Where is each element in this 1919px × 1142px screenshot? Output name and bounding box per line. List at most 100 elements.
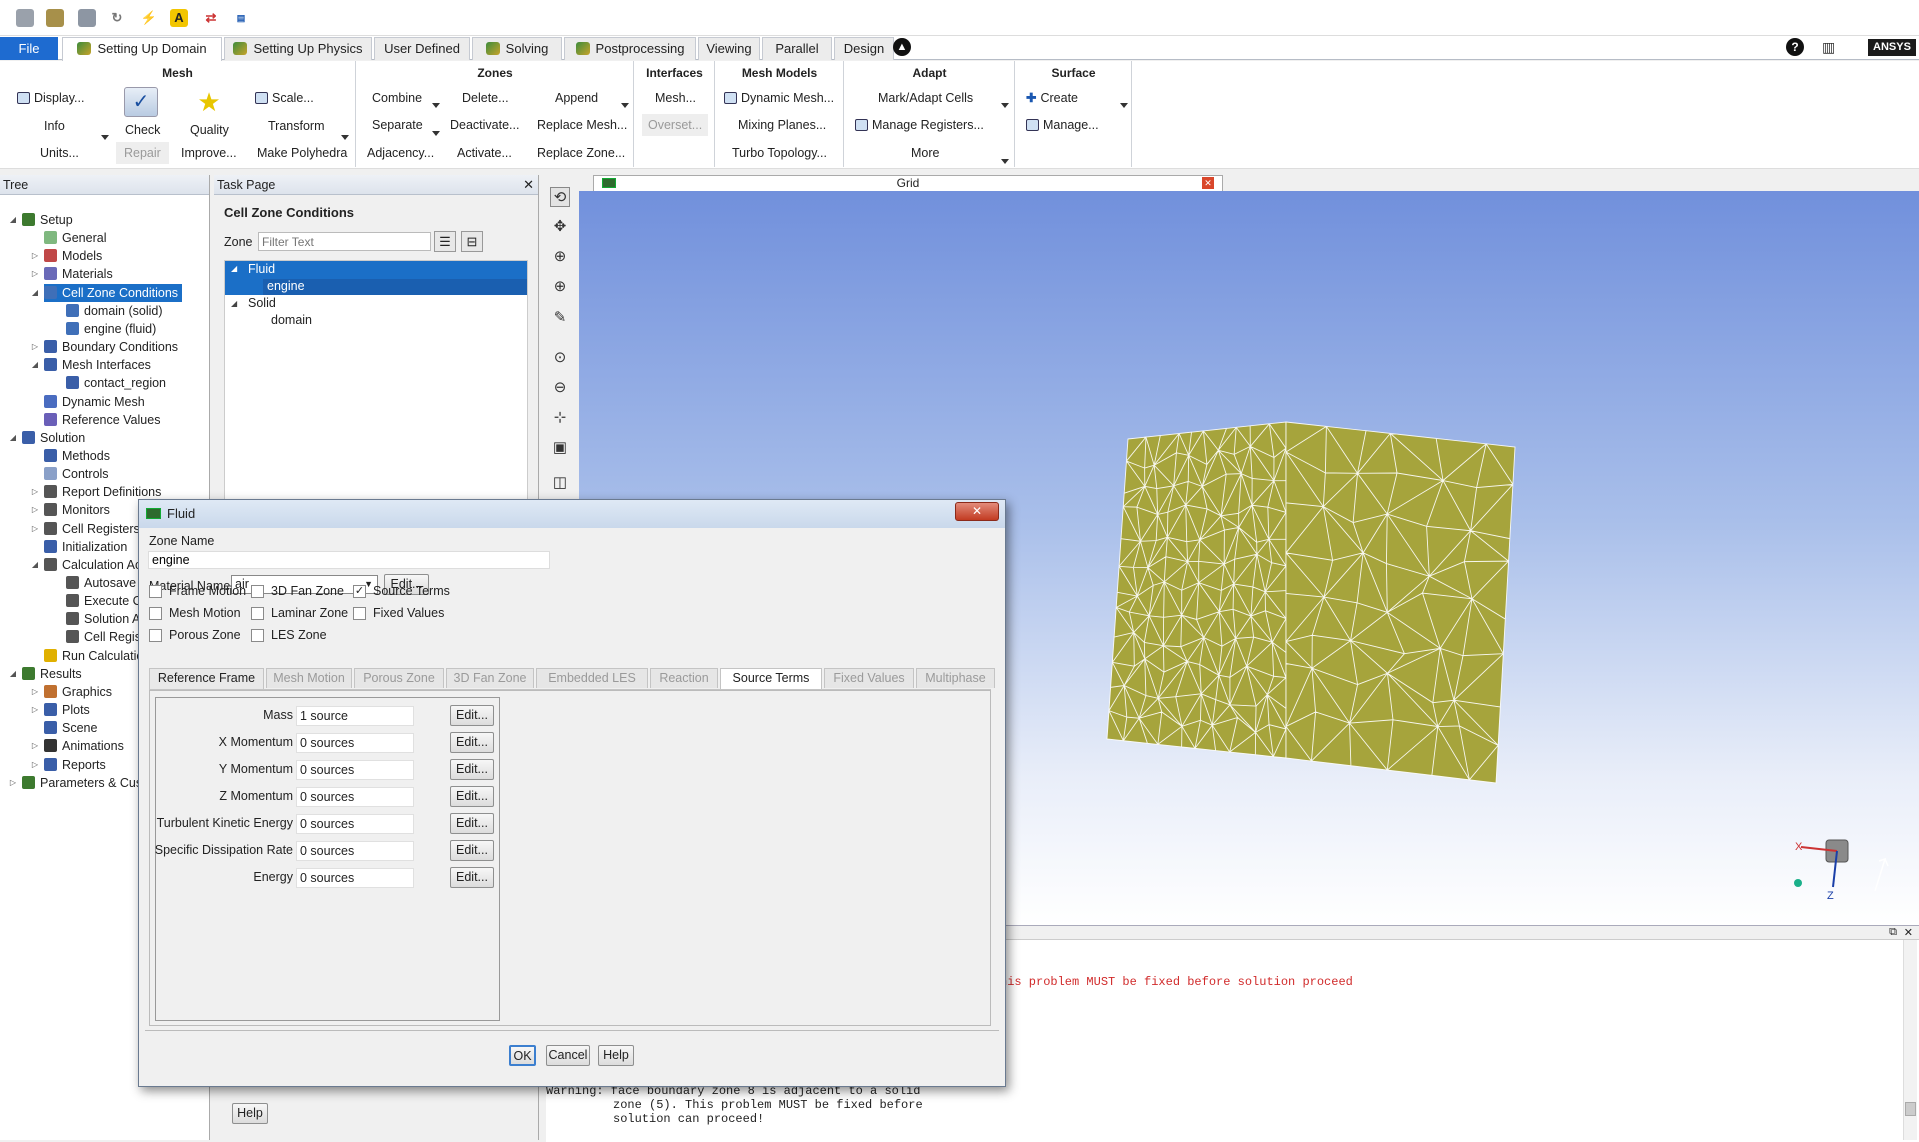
tree-item[interactable]: Reference Values — [44, 411, 160, 429]
tree-expander-icon[interactable]: ▷ — [30, 342, 40, 351]
tree-expander-icon[interactable]: ◢ — [8, 215, 18, 224]
rotate-icon[interactable]: ⟲ — [550, 187, 570, 207]
tree-item[interactable]: Reports — [44, 756, 106, 774]
parameters-icon[interactable]: ⇄ — [202, 9, 220, 27]
tab-viewing[interactable]: Viewing — [698, 37, 760, 60]
tab-mesh-motion[interactable]: Mesh Motion — [266, 668, 352, 688]
expand-solid-icon[interactable]: ◢ — [231, 299, 237, 308]
camera-icon[interactable]: ▣ — [550, 438, 570, 458]
checkbox[interactable]: ✓ — [353, 585, 366, 598]
check-icon[interactable]: ✓ — [124, 87, 158, 117]
zoom-to-fit-icon[interactable]: ⊙ — [550, 348, 570, 368]
tree-item[interactable]: Dynamic Mesh — [44, 393, 145, 411]
combine-button[interactable]: Combine — [372, 87, 422, 109]
dialog-title-bar[interactable]: Fluid ✕ — [139, 500, 1005, 528]
close-graphics-icon[interactable]: ✕ — [1202, 177, 1214, 189]
tab-user-defined[interactable]: User Defined — [374, 37, 470, 60]
replace-mesh-button[interactable]: Replace Mesh... — [537, 114, 627, 136]
tab-reaction[interactable]: Reaction — [650, 668, 718, 688]
tab-solving[interactable]: Solving — [472, 37, 562, 60]
tab-source-terms[interactable]: Source Terms — [720, 668, 822, 689]
zone-filter-input[interactable] — [258, 232, 431, 251]
tree-item[interactable]: Animations — [44, 737, 124, 755]
tree-item[interactable]: Controls — [44, 465, 109, 483]
checkbox[interactable] — [149, 629, 162, 642]
check-button[interactable]: Check — [125, 119, 160, 141]
close-console-icon[interactable]: ✕ — [1904, 926, 1913, 939]
restore-icon[interactable]: ⧉ — [1889, 926, 1897, 939]
zoom-out-icon[interactable]: ⊖ — [550, 378, 570, 398]
checkbox[interactable] — [149, 607, 162, 620]
improve-button[interactable]: Improve... — [181, 142, 237, 164]
tree-expander-icon[interactable]: ▷ — [30, 251, 40, 260]
activate-button[interactable]: Activate... — [457, 142, 512, 164]
collapse-ribbon-icon[interactable]: ▲ — [893, 38, 911, 56]
make-polyhedra-button[interactable]: Make Polyhedra — [257, 142, 347, 164]
console-scroll-thumb[interactable] — [1905, 1102, 1916, 1116]
interfaces-mesh-button[interactable]: Mesh... — [655, 87, 696, 109]
checkbox[interactable] — [251, 585, 264, 598]
reload-icon[interactable]: ↻ — [108, 9, 126, 27]
surface-create-button[interactable]: ✚ Create — [1026, 87, 1078, 109]
info-dropdown-icon[interactable] — [101, 135, 109, 140]
save-icon[interactable] — [78, 9, 96, 27]
units-button[interactable]: Units... — [40, 142, 79, 164]
tab-3d-fan-zone[interactable]: 3D Fan Zone — [446, 668, 534, 688]
checkbox[interactable] — [353, 607, 366, 620]
tab-file[interactable]: File — [0, 37, 58, 60]
tree-item[interactable]: Mesh Interfaces — [44, 356, 151, 374]
tree-item[interactable]: Monitors — [44, 501, 110, 519]
tree-item[interactable]: contact_region — [66, 374, 166, 392]
tree-item[interactable]: Methods — [44, 447, 110, 465]
source-edit-button[interactable]: Edit... — [450, 786, 494, 807]
tree-expander-icon[interactable]: ◢ — [30, 560, 40, 569]
filter-list-icon[interactable]: ☰ — [434, 231, 456, 252]
tree-expander-icon[interactable]: ▷ — [30, 760, 40, 769]
manage-registers-button[interactable]: Manage Registers... — [855, 114, 984, 136]
tree-item[interactable]: Initialization — [44, 538, 127, 556]
mdi-icon[interactable]: ▤ — [232, 9, 250, 27]
more-dropdown-icon[interactable] — [1001, 159, 1009, 164]
probe-icon[interactable]: ✎ — [550, 308, 570, 328]
tree-item[interactable]: Results — [22, 665, 82, 683]
mark-adapt-cells-button[interactable]: Mark/Adapt Cells — [878, 87, 973, 109]
tree-item[interactable]: Materials — [44, 265, 113, 283]
ansys-logo-icon[interactable]: A — [170, 9, 188, 27]
quality-button[interactable]: Quality — [190, 119, 229, 141]
separate-button[interactable]: Separate — [372, 114, 423, 136]
tree-item[interactable]: Cell Zone Conditions — [44, 283, 183, 302]
tree-expander-icon[interactable]: ▷ — [8, 778, 18, 787]
tree-item[interactable]: Run Calculatio — [44, 647, 143, 665]
axes-icon[interactable]: ⊹ — [550, 408, 570, 428]
checkbox[interactable] — [149, 585, 162, 598]
tree-expander-icon[interactable]: ◢ — [8, 669, 18, 678]
source-edit-button[interactable]: Edit... — [450, 759, 494, 780]
surface-create-dropdown-icon[interactable] — [1120, 103, 1128, 108]
zone-group-fluid[interactable]: Fluid — [248, 262, 275, 276]
tab-fixed-values[interactable]: Fixed Values — [824, 668, 914, 688]
tree-item[interactable]: Execute Co — [66, 592, 149, 610]
source-edit-button[interactable]: Edit... — [450, 840, 494, 861]
zone-item-domain[interactable]: domain — [271, 313, 312, 327]
console-scrollbar[interactable] — [1903, 940, 1917, 1140]
tree-expander-icon[interactable]: ▷ — [30, 269, 40, 278]
turbo-topology-button[interactable]: Turbo Topology... — [732, 142, 827, 164]
combine-dropdown-icon[interactable] — [432, 103, 440, 108]
cancel-button[interactable]: Cancel — [546, 1045, 590, 1066]
view-cube-icon[interactable]: ◫ — [550, 473, 570, 493]
info-button[interactable]: Info — [44, 115, 65, 137]
tree-item[interactable]: Setup — [22, 211, 73, 229]
source-edit-button[interactable]: Edit... — [450, 867, 494, 888]
tab-design[interactable]: Design — [834, 37, 894, 60]
flash-icon[interactable]: ⚡ — [140, 9, 158, 27]
tree-expander-icon[interactable]: ◢ — [30, 288, 40, 297]
new-icon[interactable] — [16, 9, 34, 27]
tree-item[interactable]: Calculation Ac — [44, 556, 141, 574]
task-help-button[interactable]: Help — [232, 1103, 268, 1124]
tree-expander-icon[interactable]: ▷ — [30, 505, 40, 514]
tree-item[interactable]: Solution — [22, 429, 85, 447]
tree-expander-icon[interactable]: ▷ — [30, 705, 40, 714]
zone-item-engine[interactable]: engine — [263, 279, 527, 295]
tree-item[interactable]: Autosave — [66, 574, 136, 592]
dialog-close-button[interactable]: ✕ — [955, 502, 999, 521]
